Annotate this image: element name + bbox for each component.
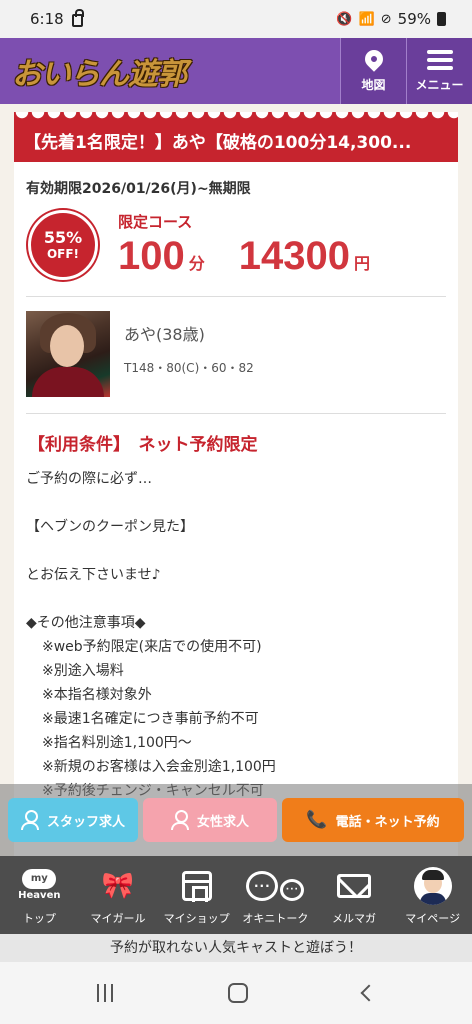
status-time: 6:18 — [30, 10, 64, 28]
nav-my-shop[interactable]: マイショップ — [157, 856, 236, 934]
status-right: 🔇 📶 ⊘ 59% — [336, 10, 446, 28]
discount-off: OFF! — [46, 247, 80, 261]
status-bar: 6:18 🔇 📶 ⊘ 59% — [0, 0, 472, 38]
course-label: 限定コース — [118, 213, 193, 231]
home-icon[interactable] — [227, 983, 248, 1003]
wifi-icon: 📶 — [358, 11, 375, 27]
back-icon[interactable] — [360, 984, 378, 1002]
course-minutes: 100 — [118, 234, 185, 278]
nav-my-page[interactable]: マイページ — [393, 856, 472, 934]
battery-percent: 59% — [397, 10, 431, 28]
nav-my-shop-label: マイショップ — [163, 912, 230, 925]
phone-reserve-button[interactable]: 📞 電話・ネット予約 — [282, 798, 464, 842]
note-item: ※本指名様対象外 — [42, 687, 152, 703]
condition-line: 【ヘブンのクーポン見た】 — [26, 519, 194, 535]
phone-icon: 📞 — [306, 810, 328, 830]
nav-okini-talk-label: オキニトーク — [242, 912, 309, 925]
recents-icon[interactable] — [97, 984, 114, 1002]
hamburger-icon — [426, 49, 453, 70]
discount-badge: 55% OFF! — [28, 210, 98, 280]
coupon-title-bar: 【先着1名限定！】あや【破格の100分14,300... — [14, 112, 458, 162]
coupon-card: 【先着1名限定！】あや【破格の100分14,300... 有効期限2026/01… — [14, 112, 458, 872]
cast-spec: T148・80(C)・60・82 — [124, 361, 254, 375]
nav-okini-talk[interactable]: ··· ··· オキニトーク — [236, 856, 315, 934]
shop-icon — [181, 871, 212, 902]
note-item: ※新規のお客様は入会金別途1,100円 — [42, 759, 276, 775]
nav-top-label: トップ — [22, 912, 56, 925]
discount-percent: 55% — [43, 228, 83, 247]
minutes-unit: 分 — [188, 254, 205, 273]
nav-mail-magazine[interactable]: メルマガ — [315, 856, 394, 934]
site-header: おいらん遊郭 地図 メニュー — [0, 38, 472, 104]
note-item: ※別途入場料 — [42, 663, 124, 679]
map-pin-icon — [360, 45, 387, 72]
promo-banner[interactable]: 予約が取れない人気キャストと遊ぼう！ — [0, 934, 472, 962]
nav-mail-magazine-label: メルマガ — [332, 912, 377, 925]
price-line: 100 分 14300 円 — [118, 234, 370, 279]
price-block: 限定コース 100 分 14300 円 — [118, 211, 370, 279]
condition-line: とお伝え下さいませ♪ — [26, 567, 161, 583]
status-left: 6:18 — [30, 9, 84, 28]
mail-icon — [337, 874, 372, 898]
nav-top[interactable]: my Heaven トップ — [0, 856, 79, 934]
staff-recruit-label: スタッフ求人 — [46, 814, 125, 830]
conditions-title: 【利用条件】 ネット予約限定 — [28, 435, 258, 455]
mute-icon: 🔇 — [336, 11, 353, 27]
cast-info: あや(38歳) T148・80(C)・60・82 — [124, 311, 254, 399]
phone-reserve-label: 電話・ネット予約 — [335, 814, 440, 830]
avatar — [413, 867, 452, 905]
price-unit: 円 — [354, 254, 371, 273]
condition-line: ご予約の際に必ず… — [26, 471, 152, 487]
female-recruit-button[interactable]: 女性求人 — [143, 798, 277, 842]
conditions-body: ご予約の際に必ず… 【ヘブンのクーポン見た】 とお伝え下さいませ♪ ◆その他注意… — [14, 455, 458, 803]
recruit-bar: スタッフ求人 女性求人 📞 電話・ネット予約 — [0, 784, 472, 856]
notes-heading: ◆その他注意事項◆ — [26, 615, 146, 631]
nav-my-girl[interactable]: 🎀 マイガール — [79, 856, 158, 934]
logo-text: おいらん遊郭 — [12, 57, 187, 92]
cast-row[interactable]: あや(38歳) T148・80(C)・60・82 — [14, 297, 458, 399]
valid-period: 有効期限2026/01/26(月)~無期限 — [26, 181, 251, 197]
female-recruit-label: 女性求人 — [196, 814, 249, 830]
my-heaven-icon: my Heaven — [17, 869, 61, 903]
coupon-title: 【先着1名限定！】あや【破格の100分14,300... — [24, 132, 412, 153]
cast-name[interactable]: あや(38歳) — [124, 321, 254, 345]
scallop-edge — [14, 112, 458, 120]
note-item: ※web予約限定(来店での使用不可) — [42, 639, 262, 655]
price-row: 55% OFF! 限定コース 100 分 14300 円 — [14, 198, 458, 282]
menu-button[interactable]: メニュー — [406, 38, 472, 104]
person-icon — [20, 810, 39, 830]
battery-icon — [437, 12, 446, 26]
map-label: 地図 — [361, 77, 386, 92]
nav-my-page-label: マイページ — [405, 912, 461, 925]
chat-icon: ··· ··· — [246, 871, 305, 901]
person-icon — [170, 810, 189, 830]
site-logo[interactable]: おいらん遊郭 — [0, 38, 340, 104]
dnd-icon: ⊘ — [380, 11, 392, 27]
lock-icon — [71, 9, 84, 27]
note-item: ※最速1名確定につき事前予約不可 — [42, 711, 259, 727]
ribbon-icon: 🎀 — [101, 871, 135, 901]
course-price: 14300 — [238, 234, 350, 278]
nav-my-girl-label: マイガール — [90, 912, 146, 925]
cast-photo[interactable] — [26, 311, 110, 397]
bottom-nav: my Heaven トップ 🎀 マイガール マイショップ ··· ··· オキニ… — [0, 856, 472, 934]
menu-label: メニュー — [415, 77, 464, 92]
staff-recruit-button[interactable]: スタッフ求人 — [8, 798, 138, 842]
note-item: ※指名料別途1,100円〜 — [42, 735, 192, 751]
map-button[interactable]: 地図 — [340, 38, 406, 104]
system-nav-bar — [0, 962, 472, 1024]
